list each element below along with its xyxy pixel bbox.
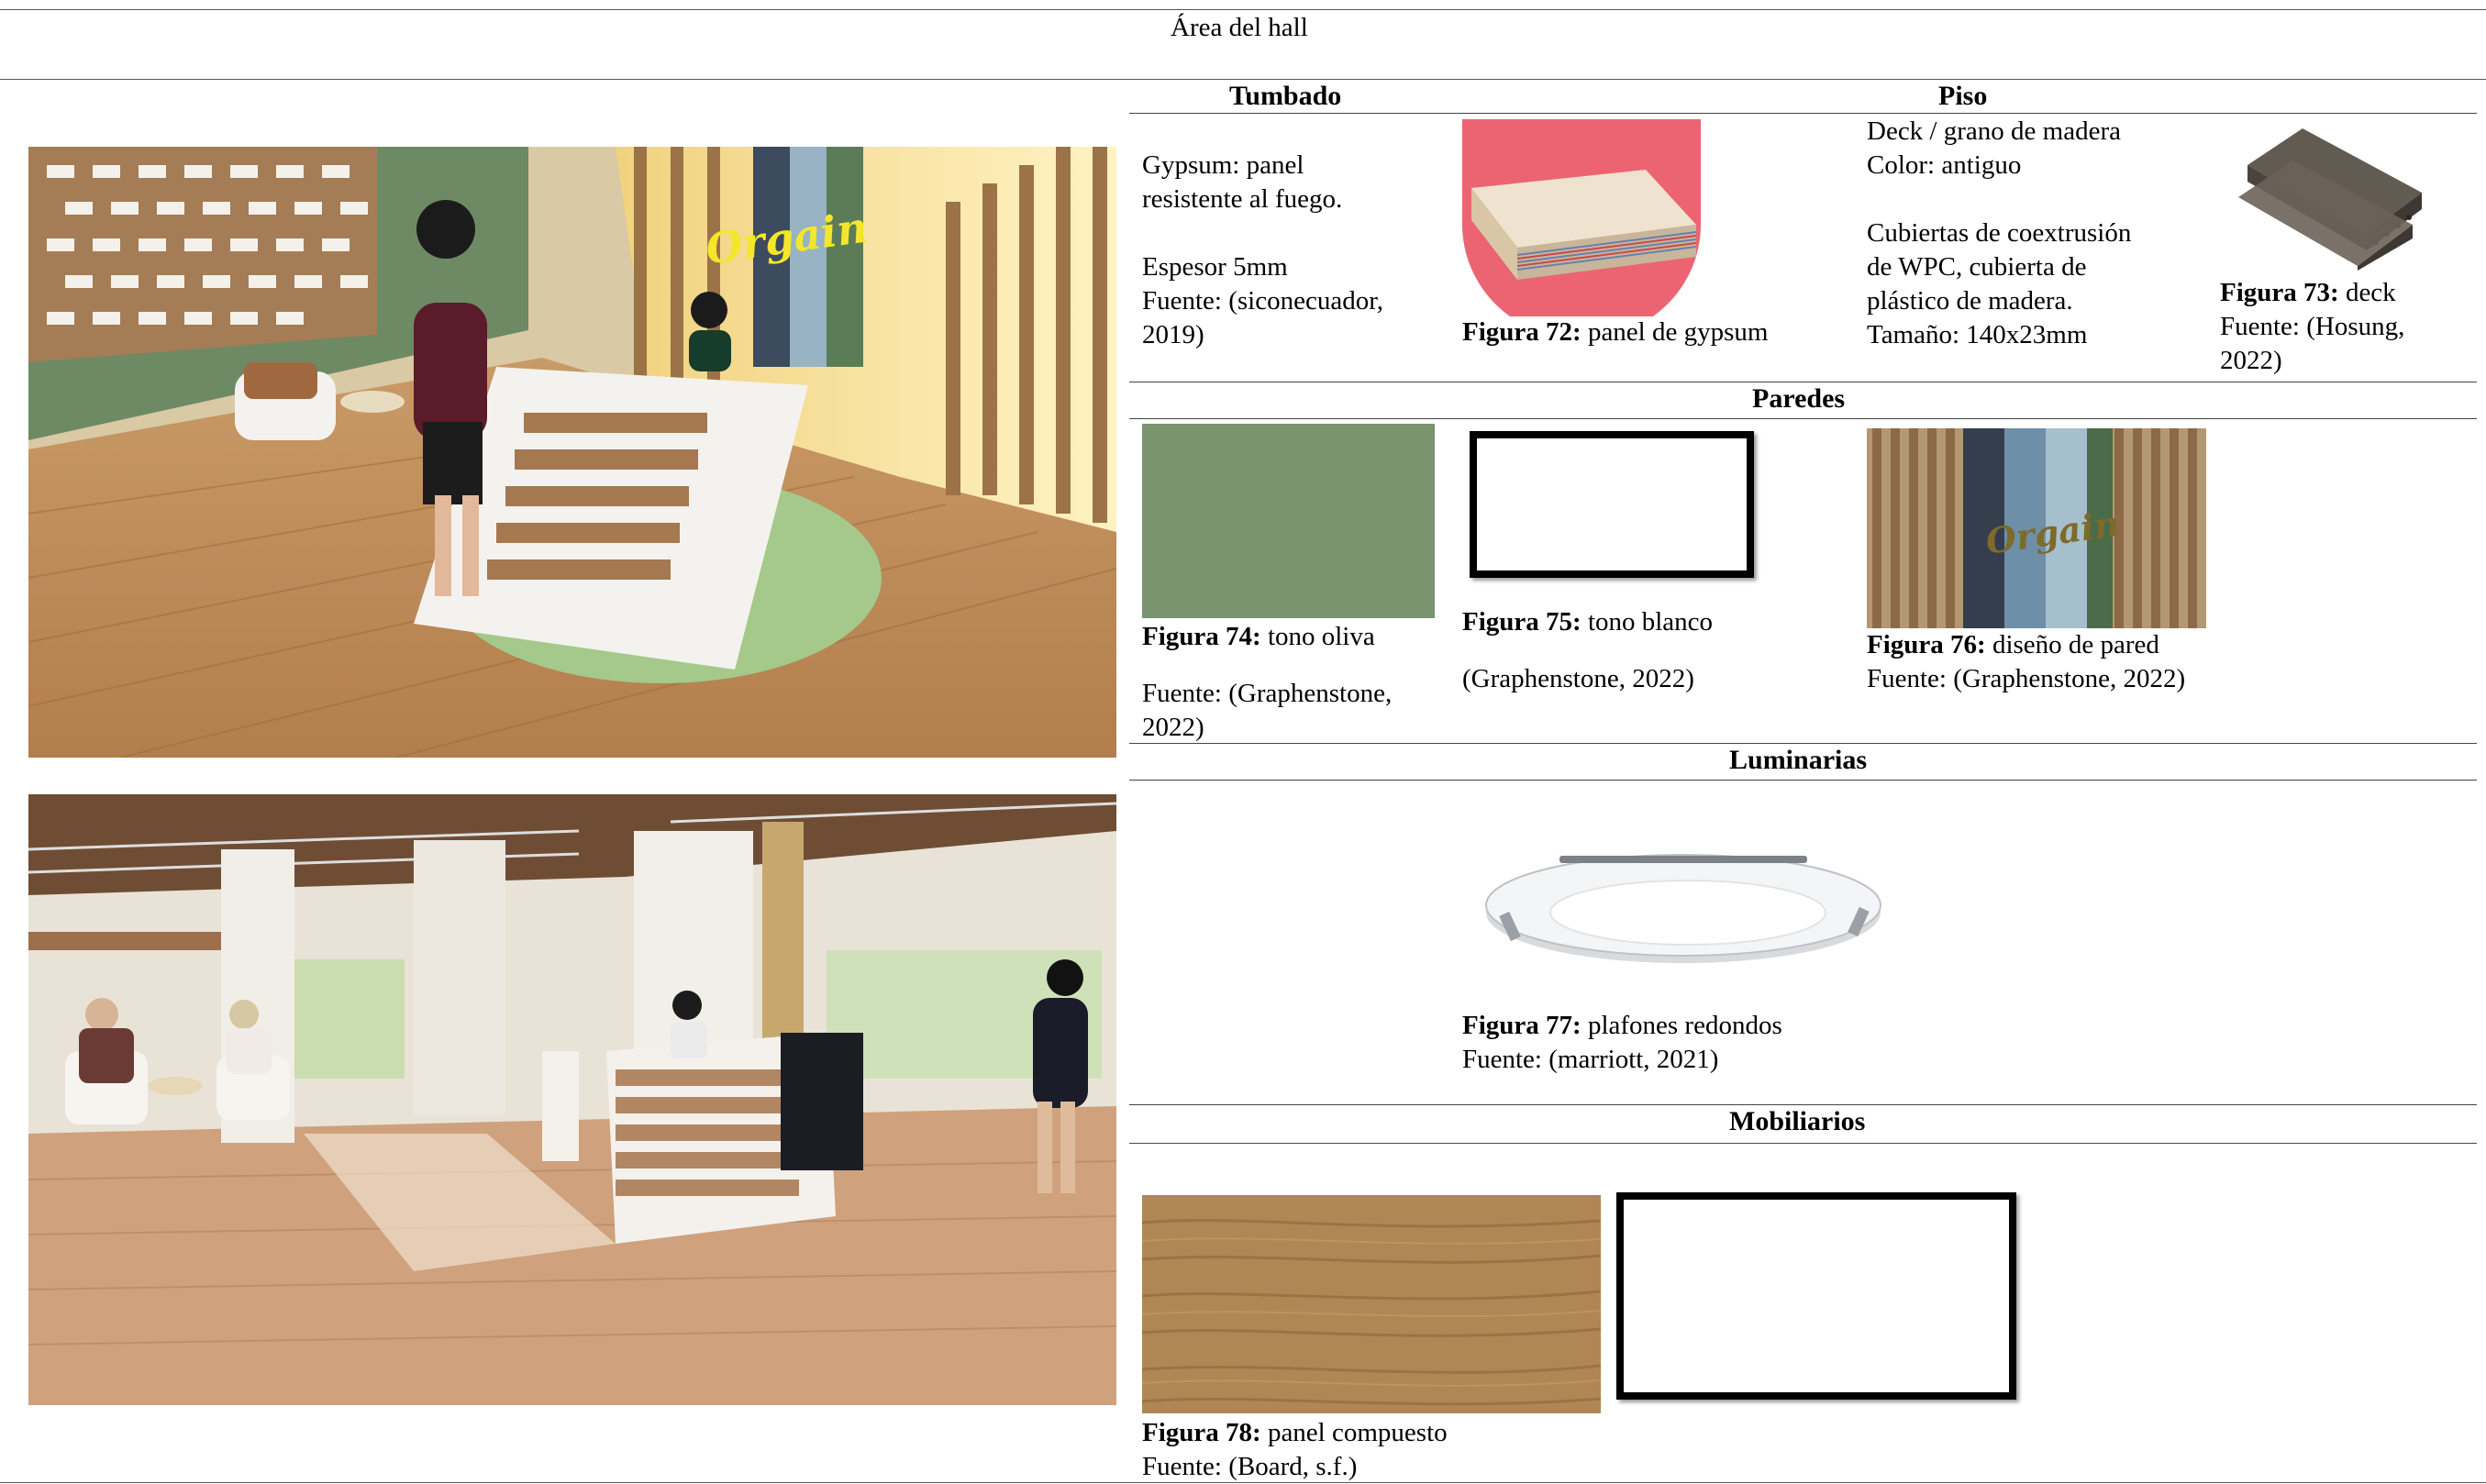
olive-color-swatch — [1142, 424, 1435, 618]
fig73-source-2: 2022) — [2220, 346, 2282, 375]
fig73-text: deck — [2345, 278, 2396, 307]
piso-line-7: Tamaño: 140x23mm — [1867, 320, 2088, 349]
fig73-source-1: Fuente: (Hosung, — [2220, 312, 2405, 341]
piso-line-5: de WPC, cubierta de — [1867, 252, 2087, 282]
piso-line-2: Color: antiguo — [1867, 150, 2022, 180]
tumbado-line-2: resistente al fuego. — [1142, 184, 1343, 214]
round-ceiling-light-image — [1477, 821, 1890, 977]
page-title: Área del hall — [1171, 13, 1308, 42]
header-piso: Piso — [1938, 81, 1988, 111]
hall-render-waiting-area — [28, 794, 1116, 1405]
wall-design-image: Orgain — [1867, 428, 2206, 628]
header-paredes: Paredes — [1752, 383, 1846, 414]
rule-luminarias-bottom — [1129, 780, 2477, 781]
fig78-text: panel compuesto — [1267, 1418, 1448, 1447]
top-rule — [0, 9, 2486, 10]
tumbado-line-6: 2019) — [1142, 320, 1204, 349]
fig74-label: Figura 74: — [1142, 622, 1261, 651]
fig75-source: (Graphenstone, 2022) — [1462, 664, 1694, 693]
rule-paredes-bottom — [1129, 418, 2477, 419]
fig72-caption: Figura 72: panel de gypsum — [1462, 316, 1768, 349]
piso-line-6: plástico de madera. — [1867, 286, 2073, 316]
fig77-caption: Figura 77: plafones redondos — [1462, 1009, 1782, 1043]
title-rule — [0, 79, 2486, 80]
fig76-text: diseño de pared — [1992, 630, 2159, 659]
header-tumbado: Tumbado — [1229, 81, 1342, 111]
tumbado-line-1: Gypsum: panel — [1142, 150, 1304, 180]
fig74-text: tono oliva — [1267, 622, 1375, 651]
gypsum-panel-image — [1462, 119, 1701, 316]
fig72-label: Figura 72: — [1462, 317, 1581, 347]
header-luminarias: Luminarias — [1729, 745, 1868, 775]
composite-panel-wood-image — [1142, 1195, 1601, 1413]
tumbado-line-4: Espesor 5mm — [1142, 252, 1288, 282]
fig78-label: Figura 78: — [1142, 1418, 1261, 1447]
fig73-caption: Figura 73: deck — [2220, 276, 2396, 310]
tumbado-line-5: Fuente: (siconecuador, — [1142, 286, 1383, 316]
fig74-caption: Figura 74: tono oliva — [1142, 620, 1375, 654]
white-panel-image — [1616, 1192, 2016, 1400]
fig77-text: plafones redondos — [1587, 1011, 1782, 1040]
fig77-source: Fuente: (marriott, 2021) — [1462, 1045, 1719, 1074]
fig73-label: Figura 73: — [2220, 278, 2339, 307]
hall-render-reception: Orgain — [28, 147, 1116, 758]
fig78-source: Fuente: (Board, s.f.) — [1142, 1452, 1358, 1481]
fig75-caption: Figura 75: tono blanco — [1462, 605, 1713, 639]
fig76-source: Fuente: (Graphenstone, 2022) — [1867, 664, 2186, 693]
header-mobiliarios: Mobiliarios — [1729, 1106, 1866, 1136]
fig72-text: panel de gypsum — [1587, 317, 1769, 347]
rule-mobiliarios-top — [1129, 1104, 2477, 1105]
white-color-swatch — [1470, 431, 1754, 578]
fig76-caption: Figura 76: diseño de pared — [1867, 628, 2159, 662]
fig77-label: Figura 77: — [1462, 1011, 1581, 1040]
fig74-source-2: 2022) — [1142, 713, 1204, 742]
bottom-rule — [0, 1482, 2486, 1483]
fig75-label: Figura 75: — [1462, 607, 1581, 637]
fig76-label: Figura 76: — [1867, 630, 1986, 659]
fig78-caption: Figura 78: panel compuesto — [1142, 1416, 1448, 1450]
piso-line-4: Cubiertas de coextrusión — [1867, 218, 2132, 248]
deck-image — [2229, 119, 2431, 271]
piso-line-1: Deck / grano de madera — [1867, 116, 2121, 146]
fig75-text: tono blanco — [1587, 607, 1714, 637]
rule-mobiliarios-bottom — [1129, 1143, 2477, 1144]
rule-luminarias-top — [1129, 743, 2477, 744]
rule-header-bottom — [1129, 113, 2477, 114]
fig74-source-1: Fuente: (Graphenstone, — [1142, 679, 1393, 708]
